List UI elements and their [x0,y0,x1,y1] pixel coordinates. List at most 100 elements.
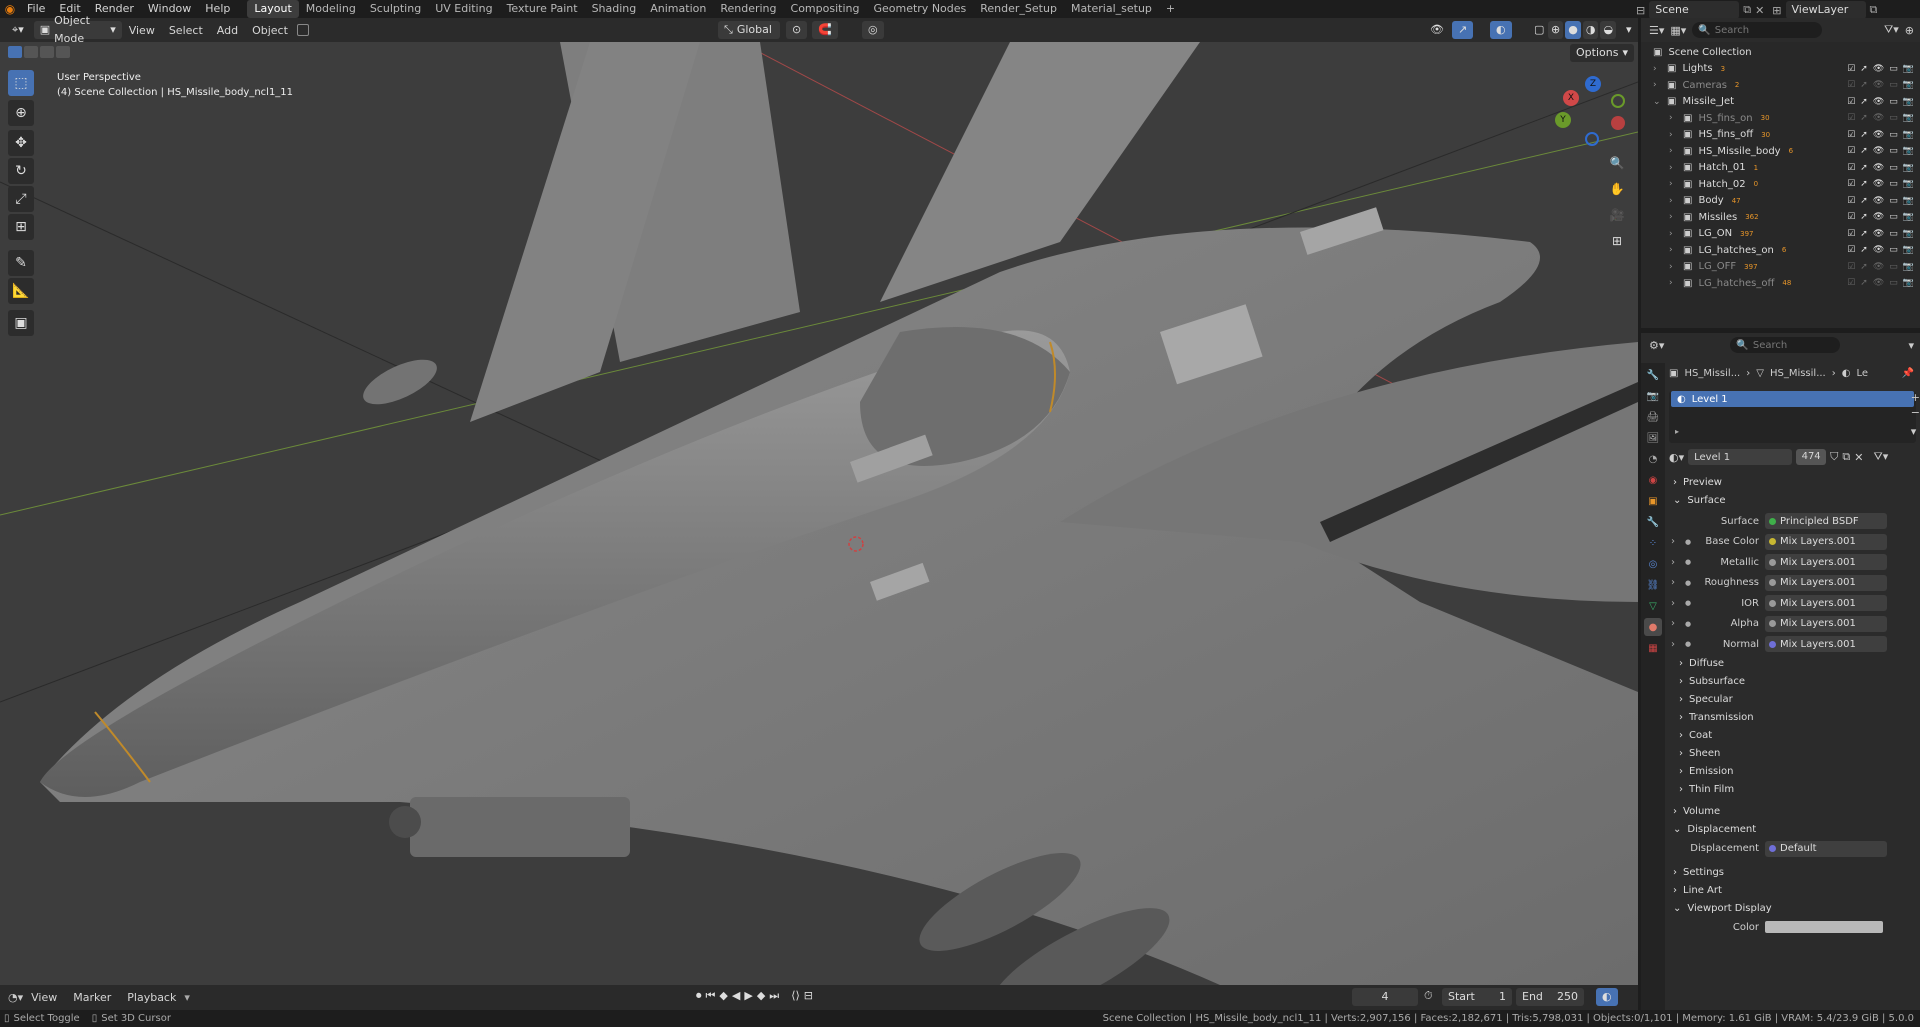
outliner-item[interactable]: › ▣ LG_hatches_on 6 ☑ ➚ 👁 ▭ 📷 [1641,242,1920,259]
section-preview[interactable]: › Preview [1665,473,1920,491]
select-mode-extend-icon[interactable] [24,46,38,58]
add-cube-tool-icon[interactable]: ▣ [8,310,34,336]
auto-key-icon[interactable]: ⊟ [804,989,813,1003]
eye-icon[interactable]: 👁 [1873,113,1884,123]
select-mode-subtract-icon[interactable] [40,46,54,58]
select-arrow-icon[interactable]: ➚ [1860,146,1868,156]
eye-icon[interactable]: 👁 [1873,212,1884,222]
timeline-menu-view[interactable]: View [23,991,65,1004]
chevron-down-icon[interactable]: ⌄ [1653,97,1663,107]
chevron-right-icon[interactable]: › [1665,598,1679,609]
camera-view-icon[interactable]: 🎥 [1606,204,1628,226]
chevron-right-icon[interactable]: › [1653,80,1663,90]
checkbox-icon[interactable]: ☑ [1847,80,1855,90]
new-collection-icon[interactable]: ⊕ [1905,24,1914,37]
subsection-diffuse[interactable]: › Diffuse [1665,655,1920,673]
data-tab-icon[interactable]: ▽ [1644,597,1662,615]
modifier-tab-icon[interactable]: 🔧 [1644,513,1662,531]
tab-material-setup[interactable]: Material_setup [1064,0,1159,18]
tab-modeling[interactable]: Modeling [299,0,363,18]
eye-icon[interactable]: 👁 [1873,64,1884,74]
wireframe-shading-icon[interactable]: ⊕ [1548,21,1564,39]
solid-shading-icon[interactable]: ● [1565,21,1581,39]
tab-animation[interactable]: Animation [643,0,713,18]
camera-icon[interactable]: 📷 [1903,146,1914,156]
gizmo-x-axis[interactable]: X [1563,90,1579,106]
timeline-editor-icon[interactable]: ◔▾ [8,991,23,1004]
outliner-item[interactable]: › ▣ Lights 3 ☑ ➚ 👁 ▭ 📷 [1641,61,1920,78]
render-tab-icon[interactable]: 📷 [1644,387,1662,405]
tab-rendering[interactable]: Rendering [713,0,783,18]
pin-icon[interactable]: 📌 [1902,368,1914,379]
end-frame-field[interactable]: End 250 [1516,988,1584,1006]
menu-window[interactable]: Window [141,0,198,18]
tool-tab-icon[interactable]: 🔧 [1644,366,1662,384]
chevron-right-icon[interactable]: › [1665,639,1679,650]
gizmo-z-axis[interactable]: Z [1585,76,1601,92]
jump-end-icon[interactable]: ⏭ [769,989,779,1003]
select-arrow-icon[interactable]: ➚ [1860,245,1868,255]
menu-select[interactable]: Select [162,24,210,37]
material-slot-item[interactable]: ◐ Level 1 [1671,391,1914,407]
eye-icon[interactable]: 👁 [1873,179,1884,189]
snap-icon[interactable]: 🧲 [812,21,838,39]
subsection-coat[interactable]: › Coat [1665,727,1920,745]
monitor-icon[interactable]: ▭ [1889,97,1898,107]
fake-user-icon[interactable]: ⛉ [1830,450,1838,464]
checkbox-icon[interactable]: ☑ [1847,163,1855,173]
select-box-tool-icon[interactable]: ⬚ [8,70,34,96]
select-arrow-icon[interactable]: ➚ [1860,179,1868,189]
jet-model-render[interactable] [0,42,1638,985]
menu-add[interactable]: Add [210,24,245,37]
chevron-right-icon[interactable]: › [1653,64,1663,74]
monitor-icon[interactable]: ▭ [1889,146,1898,156]
add-workspace-icon[interactable]: + [1159,0,1182,18]
outliner-item[interactable]: › ▣ Cameras 2 ☑ ➚ 👁 ▭ 📷 [1641,77,1920,94]
chevron-right-icon[interactable]: › [1669,130,1679,140]
monitor-icon[interactable]: ▭ [1889,196,1898,206]
eye-icon[interactable]: 👁 [1873,278,1884,288]
monitor-icon[interactable]: ▭ [1889,278,1898,288]
properties-editor-icon[interactable]: ⚙▾ [1649,339,1664,352]
camera-icon[interactable]: 📷 [1903,97,1914,107]
subsection-sheen[interactable]: › Sheen [1665,745,1920,763]
camera-icon[interactable]: 📷 [1903,262,1914,272]
camera-icon[interactable]: 📷 [1903,113,1914,123]
shader-input-field[interactable]: Mix Layers.001 [1765,615,1887,632]
camera-icon[interactable]: 📷 [1903,212,1914,222]
camera-icon[interactable]: 📷 [1903,163,1914,173]
monitor-icon[interactable]: ▭ [1889,245,1898,255]
play-reverse-icon[interactable]: ◀ [732,989,740,1003]
duplicate-material-icon[interactable]: ⧉ [1842,450,1850,464]
transform-tool-icon[interactable]: ⊞ [8,214,34,240]
select-arrow-icon[interactable]: ➚ [1860,212,1868,222]
play-icon[interactable]: ▶ [744,989,752,1003]
gizmo-neg-z[interactable] [1585,132,1599,146]
checkbox-icon[interactable]: ☑ [1847,278,1855,288]
ortho-grid-icon[interactable]: ⊞ [1606,230,1628,252]
eye-icon[interactable]: 👁 [1873,163,1884,173]
constraints-tab-icon[interactable]: ⛓ [1644,576,1662,594]
current-frame-field[interactable]: 4 [1352,988,1418,1006]
particles-tab-icon[interactable]: ⁘ [1644,534,1662,552]
camera-icon[interactable]: 📷 [1903,80,1914,90]
eye-icon[interactable]: 👁 [1873,146,1884,156]
eye-icon[interactable]: 👁 [1873,262,1884,272]
options-button[interactable]: Options ▾ [1570,44,1634,62]
timeline-menu-marker[interactable]: Marker [65,991,119,1004]
new-scene-icon[interactable]: ⧉ [1743,3,1751,17]
navigation-gizmo[interactable]: Z X Y [1555,76,1629,150]
select-arrow-icon[interactable]: ➚ [1860,196,1868,206]
view-layer-tab-icon[interactable]: 🖼 [1644,429,1662,447]
world-tab-icon[interactable]: ◉ [1644,471,1662,489]
pivot-icon[interactable]: ⊙ [786,21,808,39]
chevron-right-icon[interactable]: › [1669,212,1679,222]
rendered-shading-icon[interactable]: ◒ [1600,21,1617,39]
outliner-item[interactable]: › ▣ Missiles 362 ☑ ➚ 👁 ▭ 📷 [1641,209,1920,226]
camera-icon[interactable]: 📷 [1903,64,1914,74]
outliner-item[interactable]: › ▣ LG_OFF 397 ☑ ➚ 👁 ▭ 📷 [1641,259,1920,276]
scale-tool-icon[interactable]: ⤢ [8,186,34,212]
chevron-right-icon[interactable]: › [1669,262,1679,272]
view-layer-selector[interactable]: ViewLayer [1785,1,1866,19]
new-view-layer-icon[interactable]: ⧉ [1870,3,1878,17]
